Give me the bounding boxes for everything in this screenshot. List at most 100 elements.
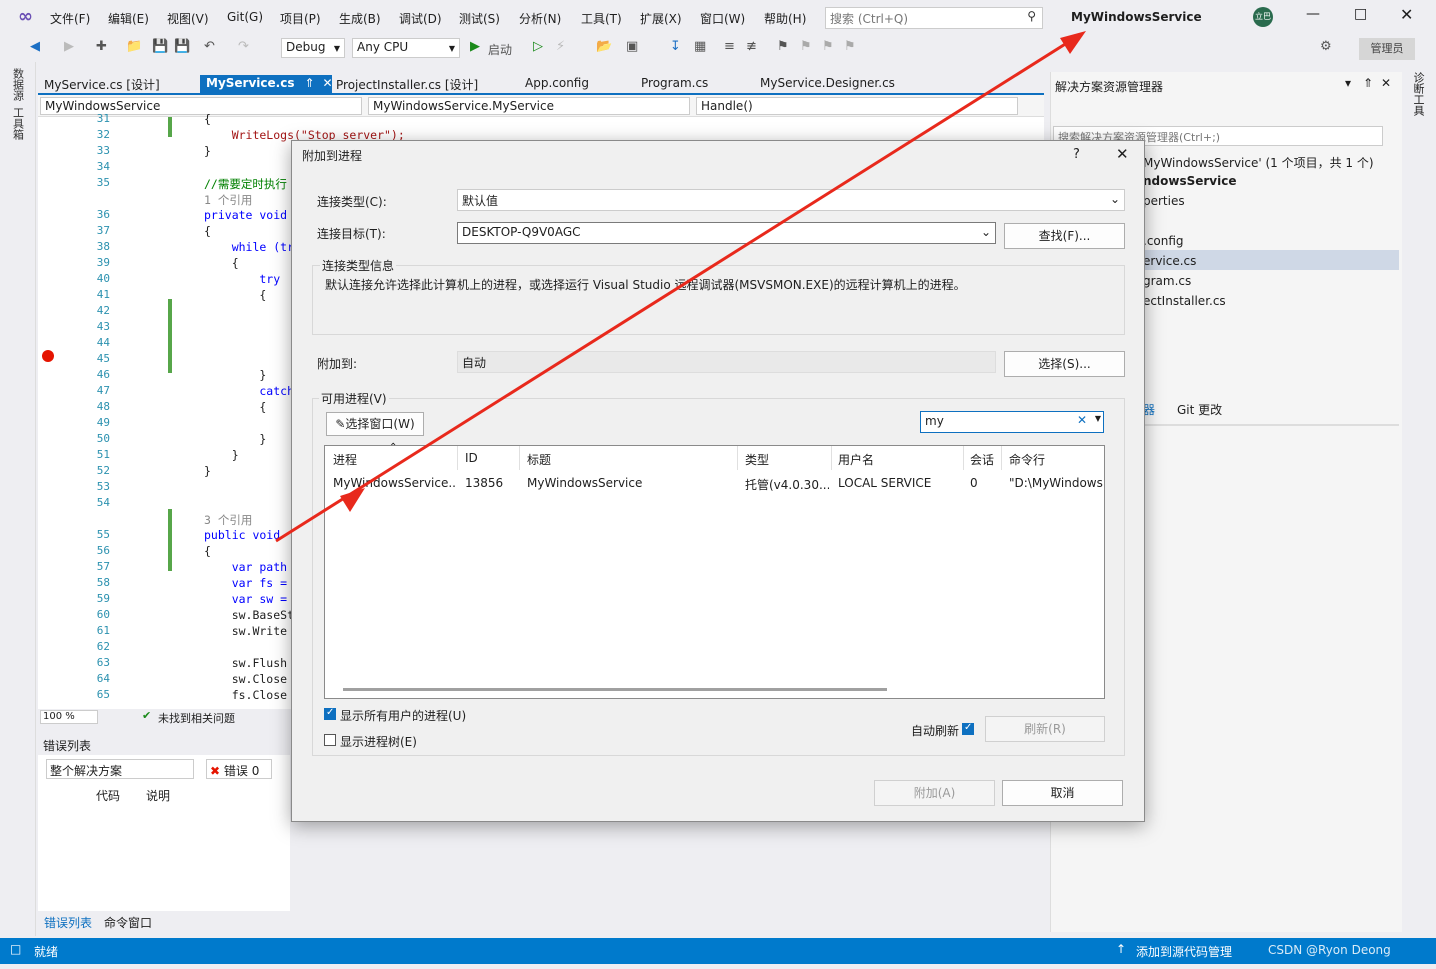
menu-project[interactable]: 项目(P) [280,10,321,27]
tree-item-myservice[interactable]: ervice.cs [1143,254,1196,268]
show-all-users-checkbox[interactable] [324,707,336,720]
output-icon[interactable]: □ [10,942,21,956]
menu-tools[interactable]: 工具(T) [581,10,622,27]
tree-item-app-config[interactable]: .config [1143,234,1184,248]
config-select[interactable]: Debug ▼ [281,38,345,58]
redo-icon[interactable]: ↷ [238,39,249,57]
hot-reload-icon[interactable]: ⚡ [556,39,565,57]
avatar[interactable]: 立巴 [1253,7,1273,27]
menu-build[interactable]: 生成(B) [339,10,381,27]
clear-filter-icon[interactable]: ✕ [1077,413,1087,427]
breakpoint-icon[interactable] [42,350,54,362]
menu-help[interactable]: 帮助(H) [764,10,806,27]
tree-item-solution[interactable]: MyWindowsService' (1 个项目，共 1 个) [1143,154,1374,171]
class-select[interactable]: MyWindowsService.MyService [368,97,690,115]
platform-select[interactable]: Any CPU ▼ [352,38,460,58]
col-username[interactable]: 用户名 [838,451,874,468]
col-code[interactable]: 代码 [96,787,120,804]
save-all-icon[interactable]: 💾 [174,39,190,57]
close-icon[interactable]: ✕ [1381,76,1391,90]
chevron-down-icon[interactable]: ▾ [1345,76,1351,90]
member-select[interactable]: Handle() [696,97,1018,115]
refresh-button[interactable]: 刷新(R) [985,716,1105,742]
tab-command-window[interactable]: 命令窗口 [104,914,152,931]
col-description[interactable]: 说明 [146,787,170,804]
forward-icon[interactable]: ▶ [64,39,74,57]
connection-target-select[interactable]: DESKTOP-Q9V0AGC ⌄ [457,222,996,244]
minimize-icon[interactable]: — [1306,6,1320,22]
show-tree-checkbox[interactable] [324,734,336,746]
back-icon[interactable]: ◀ [30,39,40,57]
close-icon[interactable]: ✕ [1400,5,1413,24]
horizontal-scrollbar[interactable] [343,688,887,691]
col-title[interactable]: 标题 [527,451,551,468]
col-process[interactable]: 进程 [333,451,357,468]
tab-app-config[interactable]: App.config [519,75,595,95]
tab-projectinstaller-design[interactable]: ProjectInstaller.cs [设计] [330,75,484,95]
data-sources-tab[interactable]: 数据源 [10,68,26,101]
tab-git-changes[interactable]: Git 更改 [1177,401,1222,418]
open-folder-icon[interactable]: 📁 [126,39,142,57]
live-share-icon[interactable]: ⚙ [1320,39,1332,57]
find-button[interactable]: 查找(F)... [1004,223,1125,249]
next-bookmark-icon[interactable]: ⚑ [822,39,834,57]
cancel-button[interactable]: 取消 [1002,780,1123,806]
tree-item-properties[interactable]: perties [1143,194,1185,208]
bookmark-icon[interactable]: ⚑ [777,39,789,57]
errors-filter-button[interactable]: ✖ 错误 0 [206,759,272,779]
tab-myservice-designer[interactable]: MyService.Designer.cs [754,75,901,95]
auto-refresh-checkbox[interactable] [962,722,974,735]
start-button[interactable]: 启动 [488,41,512,59]
menu-view[interactable]: 视图(V) [167,10,209,27]
toolbox-tab[interactable]: 工具箱 [10,107,26,140]
tab-myservice-design[interactable]: MyService.cs [设计] [38,75,166,95]
uncomment-icon[interactable]: ≢ [746,39,757,57]
chevron-down-icon[interactable]: ▼ [1095,414,1101,423]
maximize-icon[interactable]: □ [1354,6,1367,22]
menu-debug[interactable]: 调试(D) [399,10,442,27]
tab-program-cs[interactable]: Program.cs [635,75,714,95]
tree-item-program[interactable]: gram.cs [1143,274,1191,288]
col-type[interactable]: 类型 [745,451,769,468]
window-layout-icon[interactable]: ▣ [626,39,638,57]
save-icon[interactable]: 💾 [152,39,168,57]
col-id[interactable]: ID [465,451,478,465]
undo-icon[interactable]: ↶ [204,39,215,57]
menu-window[interactable]: 窗口(W) [700,10,745,27]
new-project-icon[interactable]: ✚ [96,39,107,57]
diagnostic-tools-tab[interactable]: 诊断工具 [1410,72,1426,116]
code-map-icon[interactable]: ▦ [694,39,706,57]
clear-bookmark-icon[interactable]: ⚑ [844,39,856,57]
visual-studio-logo-icon[interactable]: ∞ [18,6,33,27]
dialog-close-icon[interactable]: ✕ [1116,145,1129,163]
help-icon[interactable]: ? [1073,147,1080,162]
select-button[interactable]: 选择(S)... [1004,351,1125,377]
folder-icon[interactable]: 📂 [596,39,612,57]
tree-item-projectinstaller[interactable]: ectInstaller.cs [1143,294,1226,308]
select-window-button[interactable]: ✎选择窗口(W) [326,412,424,436]
start-without-debug-icon[interactable]: ▷ [533,39,543,57]
menu-git[interactable]: Git(G) [227,10,263,24]
tree-item-project[interactable]: ndowsService [1143,174,1237,188]
pin-icon[interactable]: ⇑ [1363,76,1373,90]
pin-icon[interactable]: ⇑ [304,76,314,90]
step-icon[interactable]: ↧ [670,39,681,57]
tab-myservice-cs[interactable]: MyService.cs ⇑ ✕ [200,75,333,95]
tab-error-list[interactable]: 错误列表 [44,914,92,931]
menu-test[interactable]: 测试(S) [459,10,500,27]
prev-bookmark-icon[interactable]: ⚑ [800,39,812,57]
menu-edit[interactable]: 编辑(E) [108,10,149,27]
start-icon[interactable]: ▶ [470,39,480,57]
col-cmdline[interactable]: 命令行 [1009,451,1045,468]
menu-analyze[interactable]: 分析(N) [519,10,561,27]
process-filter-input[interactable]: my ✕ ▼ [920,411,1104,433]
global-search-input[interactable]: 搜索 (Ctrl+Q) ⚲ [825,7,1043,29]
connection-type-select[interactable]: 默认值 ⌄ [457,189,1125,211]
col-session[interactable]: 会话 [970,451,994,468]
scope-select[interactable]: 整个解决方案 [46,759,194,779]
comment-icon[interactable]: ≡ [724,39,735,57]
zoom-select[interactable]: 100 % [40,710,98,724]
menu-file[interactable]: 文件(F) [50,10,90,27]
menu-extensions[interactable]: 扩展(X) [640,10,682,27]
attach-button[interactable]: 附加(A) [874,780,995,806]
